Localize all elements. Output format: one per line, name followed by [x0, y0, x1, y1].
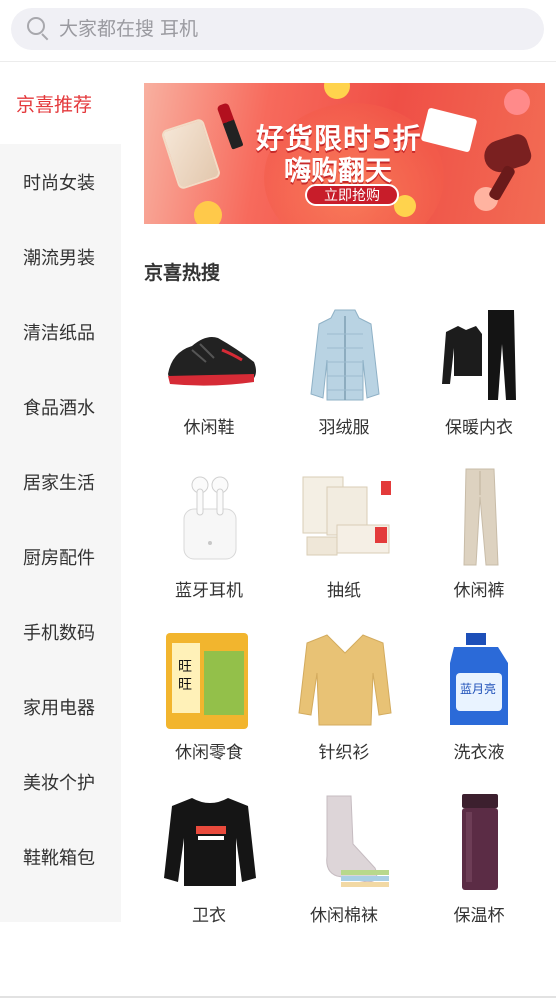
sneaker-image [168, 337, 256, 386]
bluetooth-earbuds-image [183, 476, 237, 560]
product-item-tissue-paper[interactable]: 抽纸 [279, 467, 409, 627]
search-bar-container [0, 0, 556, 62]
sidebar-item-food-drinks[interactable]: 食品酒水 [0, 369, 121, 444]
sidebar-item-home-living[interactable]: 居家生活 [0, 444, 121, 519]
product-label: 卫衣 [192, 906, 226, 926]
phone-image [160, 117, 222, 191]
product-item-snacks[interactable]: 旺 旺 休闲零食 [144, 629, 274, 789]
cotton-socks-image [326, 795, 389, 887]
svg-text:旺: 旺 [178, 677, 192, 693]
buy-now-button[interactable]: 立即抢购 [305, 184, 399, 206]
sidebar-item-women-fashion[interactable]: 时尚女装 [0, 144, 121, 219]
category-sidebar: 京喜推荐 时尚女装 潮流男装 清洁纸品 食品酒水 居家生活 厨房配件 手机数码 … [0, 62, 121, 922]
product-label: 保温杯 [453, 906, 505, 926]
product-label: 蓝牙耳机 [175, 581, 243, 601]
sidebar-item-men-fashion[interactable]: 潮流男装 [0, 219, 121, 294]
product-label: 针织衫 [318, 743, 370, 763]
sidebar-item-paper-goods[interactable]: 清洁纸品 [0, 294, 121, 369]
sidebar-item-digital[interactable]: 手机数码 [0, 594, 121, 669]
thermal-underwear-image [442, 310, 516, 400]
down-jacket-image [310, 309, 380, 401]
lipstick-image [216, 102, 244, 150]
banner-subheadline: 嗨购翻天 [284, 156, 392, 187]
product-label: 休闲棉袜 [310, 906, 378, 926]
product-item-thermos-cup[interactable]: 保温杯 [414, 792, 544, 952]
product-label: 休闲零食 [175, 743, 243, 763]
tissue-paper-image [302, 476, 391, 556]
snack-image: 旺 旺 [166, 633, 248, 729]
product-item-thermal-underwear[interactable]: 保暖内衣 [414, 304, 544, 464]
search-bar[interactable] [11, 8, 544, 50]
sidebar-item-beauty[interactable]: 美妆个护 [0, 744, 121, 819]
product-item-laundry-detergent[interactable]: 蓝月亮 洗衣液 [414, 629, 544, 789]
laundry-detergent-image: 蓝月亮 [450, 633, 508, 725]
product-item-casual-shoes[interactable]: 休闲鞋 [144, 304, 274, 464]
product-label: 羽绒服 [318, 418, 370, 438]
product-item-down-jacket[interactable]: 羽绒服 [279, 304, 409, 464]
sweatshirt-image [164, 798, 256, 886]
svg-text:旺: 旺 [178, 659, 192, 675]
product-item-casual-pants[interactable]: 休闲裤 [414, 467, 544, 627]
product-label: 保暖内衣 [445, 418, 513, 438]
search-icon[interactable] [27, 17, 51, 41]
product-item-knit-sweater[interactable]: 针织衫 [279, 629, 409, 789]
sidebar-item-kitchen[interactable]: 厨房配件 [0, 519, 121, 594]
product-item-cotton-socks[interactable]: 休闲棉袜 [279, 792, 409, 952]
casual-pants-image [463, 468, 499, 566]
svg-text:蓝月亮: 蓝月亮 [460, 681, 496, 696]
promo-banner[interactable]: 好货限时5折 嗨购翻天 立即抢购 [144, 83, 545, 224]
product-item-bluetooth-earbuds[interactable]: 蓝牙耳机 [144, 467, 274, 627]
product-label: 休闲鞋 [183, 418, 235, 438]
knit-sweater-image [298, 634, 392, 726]
product-label: 休闲裤 [453, 581, 505, 601]
sidebar-item-jingxi-recommend[interactable]: 京喜推荐 [0, 62, 121, 144]
product-label: 洗衣液 [453, 743, 505, 763]
section-title: 京喜热搜 [144, 262, 221, 284]
product-label: 抽纸 [327, 581, 361, 601]
product-item-sweatshirt[interactable]: 卫衣 [144, 792, 274, 952]
search-input[interactable] [59, 18, 519, 40]
sidebar-item-shoes-bags[interactable]: 鞋靴箱包 [0, 819, 121, 894]
sidebar-item-appliances[interactable]: 家用电器 [0, 669, 121, 744]
thermos-cup-image [462, 794, 498, 890]
